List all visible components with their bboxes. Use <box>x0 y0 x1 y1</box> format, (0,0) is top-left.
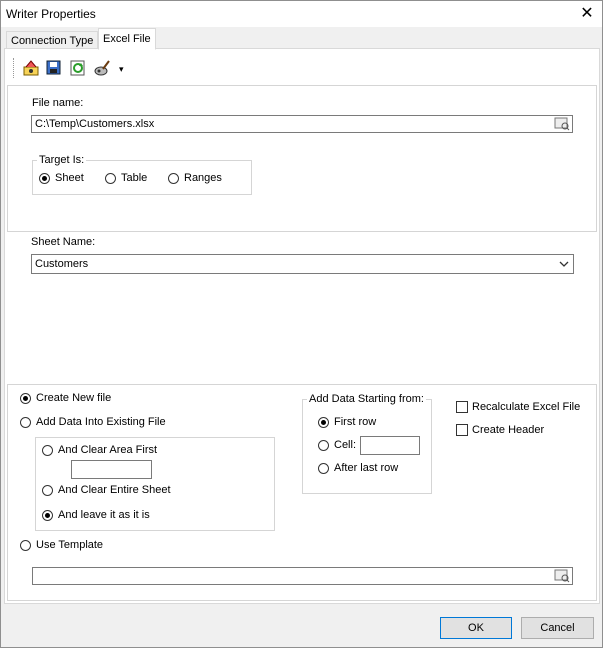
first-row-radio[interactable] <box>318 417 329 428</box>
toolbar-grip <box>13 58 16 78</box>
file-group <box>7 85 597 232</box>
recalculate-checkbox[interactable] <box>456 401 468 413</box>
target-ranges-label: Ranges <box>184 172 222 184</box>
target-ranges-radio[interactable] <box>168 173 179 184</box>
save-icon[interactable] <box>45 59 63 77</box>
leave-as-is-radio[interactable] <box>42 510 53 521</box>
target-legend: Target Is: <box>37 154 87 166</box>
refresh-icon[interactable] <box>69 59 87 77</box>
starting-from-legend: Add Data Starting from: <box>307 393 426 405</box>
close-icon[interactable]: ✕ <box>576 3 598 25</box>
leave-as-is-label: And leave it as it is <box>58 509 150 521</box>
clear-area-first-label: And Clear Area First <box>58 444 158 456</box>
chevron-down-icon[interactable] <box>559 261 569 268</box>
recalculate-label: Recalculate Excel File <box>472 401 581 413</box>
brush-icon[interactable] <box>93 59 111 77</box>
clear-area-first-radio[interactable] <box>42 445 53 456</box>
clear-entire-sheet-radio[interactable] <box>42 485 53 496</box>
clear-area-input[interactable] <box>71 460 152 479</box>
clear-entire-sheet-label: And Clear Entire Sheet <box>58 484 171 496</box>
add-existing-file-label: Add Data Into Existing File <box>36 416 166 428</box>
target-table-radio[interactable] <box>105 173 116 184</box>
create-new-file-label: Create New file <box>36 392 112 404</box>
cell-radio[interactable] <box>318 440 329 451</box>
target-sheet-label: Sheet <box>55 172 84 184</box>
sheet-name-label: Sheet Name: <box>31 236 96 248</box>
add-existing-file-radio[interactable] <box>20 417 31 428</box>
after-last-row-radio[interactable] <box>318 463 329 474</box>
cancel-button[interactable]: Cancel <box>521 617 594 639</box>
create-header-checkbox[interactable] <box>456 424 468 436</box>
file-name-label: File name: <box>32 97 84 109</box>
cell-label: Cell: <box>334 439 357 451</box>
wizard-icon[interactable] <box>22 59 40 77</box>
browse-template-icon[interactable] <box>554 569 570 583</box>
after-last-row-label: After last row <box>334 462 399 474</box>
ok-button[interactable]: OK <box>440 617 512 639</box>
target-sheet-radio[interactable] <box>39 173 50 184</box>
file-name-input[interactable]: C:\Temp\Customers.xlsx <box>31 115 573 133</box>
sheet-name-select[interactable]: Customers <box>31 254 574 274</box>
use-template-radio[interactable] <box>20 540 31 551</box>
create-new-file-radio[interactable] <box>20 393 31 404</box>
target-table-label: Table <box>121 172 148 184</box>
browse-file-icon[interactable] <box>554 117 570 131</box>
first-row-label: First row <box>334 416 377 428</box>
template-path-input[interactable] <box>32 567 573 585</box>
use-template-label: Use Template <box>36 539 104 551</box>
create-header-label: Create Header <box>472 424 545 436</box>
title-bar: Writer Properties ✕ <box>1 1 602 27</box>
tab-excel-file[interactable]: Excel File <box>98 28 156 50</box>
writer-properties-dialog: Writer Properties ✕ Connection Type Exce… <box>0 0 603 648</box>
cell-input[interactable] <box>360 436 420 455</box>
window-title: Writer Properties <box>6 7 96 21</box>
toolbar-more-icon[interactable]: ▾ <box>119 64 124 75</box>
